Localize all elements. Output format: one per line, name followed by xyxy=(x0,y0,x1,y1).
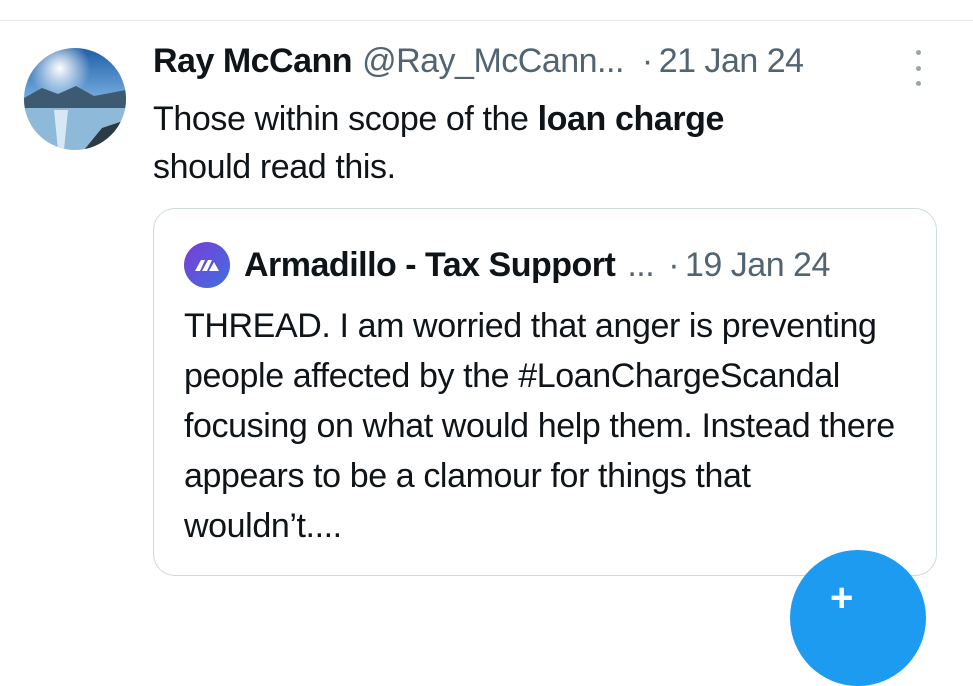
avatar-landscape-image xyxy=(24,48,126,150)
quote-handle-truncated: ... xyxy=(627,245,655,284)
tweet-date[interactable]: 21 Jan 24 xyxy=(659,42,804,81)
quote-author-name[interactable]: Armadillo - Tax Support xyxy=(244,246,616,285)
quote-header: Armadillo - Tax Support ... · 19 Jan 24 xyxy=(184,242,830,288)
tweet-text-before: Those within scope of the xyxy=(153,100,538,138)
quoted-tweet-card[interactable]: Armadillo - Tax Support ... · 19 Jan 24 … xyxy=(153,208,937,576)
author-avatar[interactable] xyxy=(24,48,126,150)
quote-author-avatar[interactable] xyxy=(184,242,230,288)
quote-date-separator: · xyxy=(668,245,680,284)
compose-button[interactable]: + xyxy=(790,550,926,686)
top-divider xyxy=(0,20,973,21)
author-handle[interactable]: @Ray_McCann... xyxy=(362,42,624,81)
author-name[interactable]: Ray McCann xyxy=(153,42,353,81)
date-separator: · xyxy=(641,42,653,80)
tweet-text: Those within scope of the loan charge sh… xyxy=(153,95,913,191)
more-vertical-icon[interactable] xyxy=(905,50,931,86)
armadillo-logo-icon xyxy=(195,260,219,271)
compose-icon: + xyxy=(830,576,854,620)
tweet-header: Ray McCann @Ray_McCann... · 21 Jan 24 xyxy=(153,42,804,88)
quote-text: THREAD. I am worried that anger is preve… xyxy=(184,307,895,545)
tweet-text-bold: loan charge xyxy=(537,100,725,138)
tweet-text-after: should read this. xyxy=(153,148,396,186)
quote-date[interactable]: 19 Jan 24 xyxy=(685,246,830,285)
